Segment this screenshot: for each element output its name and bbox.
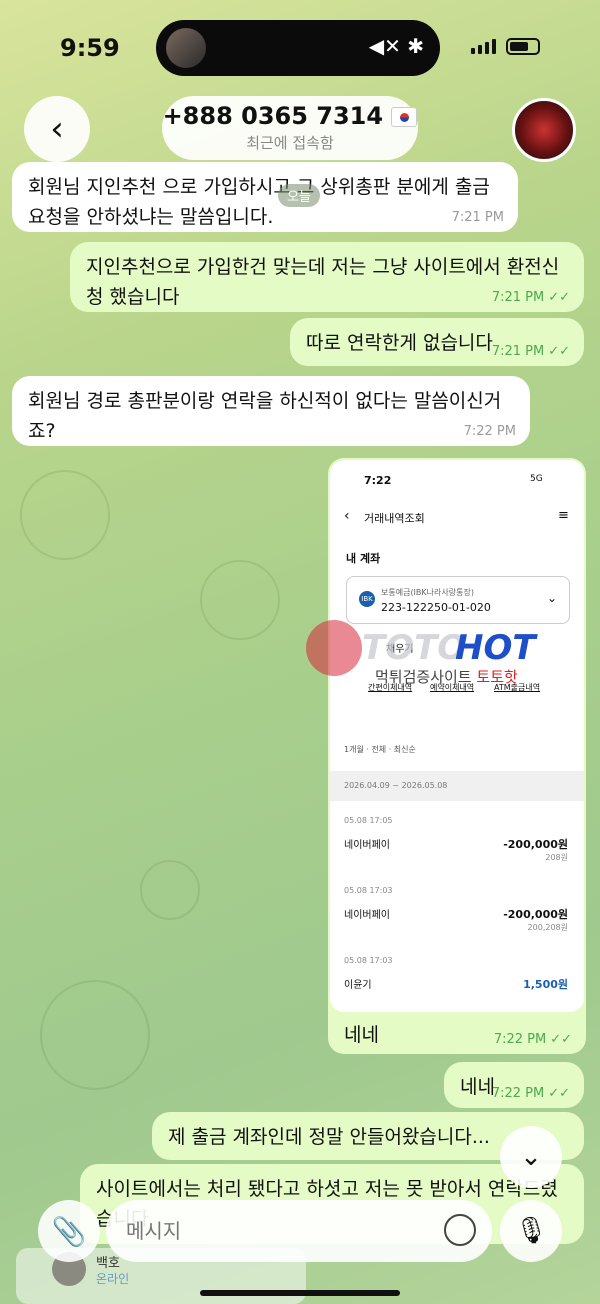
- message-input[interactable]: [126, 1214, 426, 1248]
- tx-amount: -200,000원: [503, 908, 568, 921]
- shot-chevron-down-icon: ⌄: [547, 591, 558, 605]
- tx-datetime: 05.08 17:05: [344, 816, 393, 825]
- date-chip: 오늘: [278, 184, 320, 207]
- status-time: 9:59: [60, 34, 120, 62]
- shot-back-icon: ‹: [344, 508, 350, 524]
- ibk-logo-icon: IBK: [359, 591, 375, 607]
- contact-phone-number: +888 0365 7314: [162, 102, 384, 130]
- shot-section-title: 내 계좌: [346, 552, 381, 565]
- tx-datetime: 05.08 17:03: [344, 886, 393, 895]
- microphone-icon: 🎙: [514, 1216, 548, 1246]
- preview-status: 온라인: [96, 1272, 130, 1286]
- background-doodle: [200, 560, 280, 640]
- tx-name: 네이버페이: [344, 910, 390, 921]
- watermark-brand-text: 토토핫: [476, 668, 518, 686]
- message-time: 7:22 PM: [463, 424, 516, 439]
- back-button[interactable]: ‹: [24, 96, 90, 162]
- message-text: 지인추천으로 가입한건 맞는데 저는 그냥 사이트에서 환전신청 했습니다: [86, 256, 560, 308]
- shot-menu-icon: ≡: [558, 508, 569, 523]
- tx-name: 이윤기: [344, 980, 372, 991]
- bank-app-screenshot[interactable]: 7:22 5G ‹ 거래내역조회 ≡ 내 계좌 IBK 보통예금(IBK나라사랑…: [330, 460, 584, 1012]
- shot-date-range: 2026.04.09 ~ 2026.05.08: [344, 781, 448, 790]
- chat-title[interactable]: +888 0365 7314 최근에 접속함: [162, 96, 418, 160]
- background-doodle: [20, 470, 110, 560]
- last-seen-status: 최근에 접속함: [246, 134, 334, 152]
- message-time: 7:21 PM: [491, 344, 545, 359]
- contact-avatar[interactable]: [512, 98, 576, 162]
- shot-account-type: 보통예금(IBK나라사랑통장): [381, 588, 474, 597]
- watermark-subtitle: 먹튀검증사이트 토토핫: [375, 666, 518, 687]
- sticker-icon[interactable]: [444, 1214, 476, 1246]
- shot-account-number: 223-122250-01-020: [381, 601, 491, 614]
- shot-filter: 1개월 · 전체 · 최신순: [344, 745, 416, 754]
- message-bubble[interactable]: 회원님 지인추천 으로 가입하시고 그 상위총판 분에게 출금 요청을 안하셨냐…: [12, 162, 518, 232]
- shot-account-box: IBK 보통예금(IBK나라사랑통장) 223-122250-01-020 ⌄: [346, 576, 570, 624]
- signal-icon: [471, 39, 496, 54]
- photo-message[interactable]: 7:22 5G ‹ 거래내역조회 ≡ 내 계좌 IBK 보통예금(IBK나라사랑…: [328, 458, 586, 1054]
- chevron-down-icon: ⌄: [520, 1142, 542, 1172]
- home-indicator[interactable]: [200, 1290, 400, 1296]
- message-text: 회원님 지인추천 으로 가입하시고 그 상위총판 분에게 출금 요청을 안하셨냐…: [28, 176, 490, 228]
- scroll-down-button[interactable]: ⌄: [500, 1126, 562, 1188]
- message-time: 7:21 PM: [451, 210, 504, 225]
- message-text: 네네: [460, 1076, 495, 1098]
- tx-amount: 1,500원: [523, 978, 568, 991]
- watermark-logo-icon: [306, 620, 362, 676]
- message-bubble[interactable]: 회원님 경로 총판분이랑 연락을 하신적이 없다는 말씀이신거죠? 7:22 P…: [12, 376, 530, 446]
- read-checkmarks-icon: ✓✓: [548, 344, 570, 359]
- message-bubble[interactable]: 따로 연락한게 없습니다 7:21 PM ✓✓: [290, 318, 584, 366]
- read-checkmarks-icon: ✓✓: [548, 1086, 570, 1101]
- message-text: 따로 연락한게 없습니다: [306, 332, 493, 354]
- message-time: 7:22 PM: [491, 1086, 545, 1101]
- tx-amount: -200,000원: [503, 838, 568, 851]
- tx-name: 네이버페이: [344, 840, 390, 851]
- message-bubble[interactable]: 지인추천으로 가입한건 맞는데 저는 그냥 사이트에서 환전신청 했습니다 7:…: [70, 242, 584, 312]
- battery-icon: [506, 38, 540, 55]
- tx-balance: 200,208원: [527, 923, 568, 932]
- watermark-subtitle-text: 먹튀검증사이트: [375, 668, 472, 686]
- shot-title: 거래내역조회: [364, 512, 425, 525]
- message-text: 제 출금 계좌인데 정말 안들어왔습니다...: [168, 1126, 490, 1148]
- watermark-logo-text: HOT: [455, 628, 536, 668]
- watermark-logo-text: TOTO: [362, 628, 467, 668]
- message-composer[interactable]: [106, 1200, 492, 1262]
- read-checkmarks-icon: ✓✓: [548, 290, 570, 305]
- status-bar: 9:59 ◀︎✕ ✱: [0, 0, 600, 90]
- read-checkmarks-icon: ✓✓: [550, 1032, 572, 1047]
- chevron-left-icon: ‹: [50, 109, 64, 149]
- message-text: 회원님 경로 총판분이랑 연락을 하신적이 없다는 말씀이신거죠?: [28, 390, 502, 442]
- attach-button[interactable]: 📎: [38, 1200, 100, 1262]
- shot-status-time: 7:22: [364, 474, 392, 487]
- paperclip-icon: 📎: [51, 1214, 87, 1248]
- message-text: 네네: [344, 1024, 379, 1046]
- message-bubble[interactable]: 네네 7:22 PM ✓✓: [444, 1062, 584, 1108]
- mute-bluetooth-icons: ◀︎✕ ✱: [368, 34, 424, 58]
- tx-datetime: 05.08 17:03: [344, 956, 393, 965]
- message-time: 7:21 PM: [491, 290, 545, 305]
- voice-record-button[interactable]: 🎙: [500, 1200, 562, 1262]
- message-time: 7:22 PM: [493, 1032, 547, 1047]
- background-doodle: [140, 860, 200, 920]
- tx-balance: 208원: [545, 853, 568, 862]
- shot-network: 5G: [530, 474, 543, 484]
- shot-date-range-bar: 2026.04.09 ~ 2026.05.08: [330, 771, 584, 801]
- dynamic-island: ◀︎✕ ✱: [156, 20, 440, 76]
- now-playing-thumbnail: [166, 28, 206, 68]
- background-doodle: [40, 980, 150, 1090]
- korea-flag-icon: [391, 107, 418, 127]
